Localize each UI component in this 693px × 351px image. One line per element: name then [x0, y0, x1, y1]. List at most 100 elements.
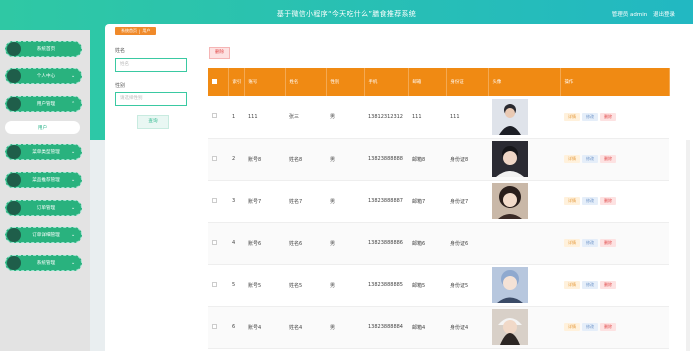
detail-button[interactable]: 详情 — [564, 281, 580, 289]
cell-index: 3 — [228, 180, 244, 223]
sidebar-item-system[interactable]: 系统管理 ⌄ — [5, 255, 82, 271]
search-button[interactable]: 查询 — [137, 115, 169, 129]
logout-link[interactable]: 退出登录 — [653, 12, 675, 18]
sidebar-subitem-user[interactable]: 用户 — [5, 121, 80, 134]
cell-actions: 详情 修改 删除 — [560, 180, 669, 223]
avatar — [492, 267, 560, 303]
breadcrumb-current: 用户 — [142, 28, 151, 33]
cell-index: 4 — [228, 222, 244, 265]
menu-dot-icon — [7, 145, 21, 159]
cell-name: 姓名6 — [285, 222, 326, 265]
cell-avatar — [488, 222, 560, 265]
breadcrumb-home[interactable]: 系统首页 — [121, 28, 137, 34]
sidebar-item-users[interactable]: 用户管理 ⌃ — [5, 96, 82, 112]
chevron-down-icon: ⌄ — [71, 260, 76, 266]
col-phone: 手机 — [364, 68, 409, 96]
row-checkbox[interactable] — [208, 264, 228, 307]
cell-avatar — [488, 96, 560, 139]
chevron-down-icon: ⌄ — [71, 205, 76, 211]
avatar — [492, 309, 560, 345]
sidebar: 系统首页 个人中心 ⌄ 用户管理 ⌃ 用户 菜单类型管理 ⌄ 菜品推荐管理 ⌄ 订单管理… — [0, 30, 90, 351]
cell-index: 1 — [228, 96, 244, 139]
menu-dot-icon — [7, 201, 21, 215]
cell-phone: 13823888886 — [364, 222, 408, 265]
cell-avatar — [488, 180, 560, 223]
edit-button[interactable]: 修改 — [582, 112, 598, 121]
table-row: 4 账号6 姓名6 男 13823888886 邮箱6 身份证6 详情 修改 删除 — [208, 222, 669, 265]
cell-name: 姓名5 — [285, 264, 326, 307]
col-idcard: 身份证 — [446, 68, 489, 96]
cell-account: 账号7 — [244, 180, 285, 223]
menu-dot-icon — [7, 228, 21, 242]
cell-email: 111 — [408, 96, 446, 139]
cell-idcard: 身份证7 — [446, 180, 488, 223]
detail-button[interactable]: 详情 — [564, 112, 580, 121]
menu-dot-icon — [7, 173, 21, 187]
delete-button[interactable]: 删除 — [600, 197, 616, 205]
select-all-checkbox[interactable] — [208, 68, 229, 96]
table-header-row: 索引 账号 姓名 性别 手机 邮箱 身份证 头像 操作 — [208, 68, 670, 96]
cell-account: 账号8 — [244, 138, 285, 181]
row-checkbox[interactable] — [208, 180, 228, 223]
cell-gender: 男 — [326, 96, 364, 139]
edit-button[interactable]: 修改 — [582, 323, 598, 331]
delete-button[interactable]: 删除 — [600, 239, 616, 247]
sidebar-item-menu-types[interactable]: 菜单类型管理 ⌄ — [5, 144, 82, 160]
delete-button[interactable]: 删除 — [600, 112, 616, 121]
cell-gender: 男 — [326, 180, 364, 223]
detail-button[interactable]: 详情 — [564, 155, 580, 163]
edit-button[interactable]: 修改 — [582, 281, 598, 289]
detail-button[interactable]: 详情 — [564, 323, 580, 331]
cell-index: 6 — [228, 306, 244, 349]
sidebar-item-order-details[interactable]: 订单详细管理 ⌄ — [5, 227, 82, 243]
edit-button[interactable]: 修改 — [582, 155, 598, 163]
name-input[interactable]: 姓名 — [115, 58, 187, 72]
avatar — [492, 141, 560, 177]
delete-button[interactable]: 删除 — [600, 155, 616, 163]
cell-actions: 详情 修改 删除 — [560, 138, 669, 181]
cell-phone: 13823888885 — [364, 264, 408, 307]
batch-delete-button[interactable]: 删除 — [209, 47, 230, 59]
sidebar-item-home[interactable]: 系统首页 — [5, 41, 82, 57]
sidebar-item-dishes[interactable]: 菜品推荐管理 ⌄ — [5, 172, 82, 188]
name-label: 姓名 — [115, 48, 126, 54]
col-avatar: 头像 — [488, 68, 561, 96]
delete-button[interactable]: 删除 — [600, 281, 616, 289]
col-index: 索引 — [228, 68, 245, 96]
edit-button[interactable]: 修改 — [582, 239, 598, 247]
row-checkbox[interactable] — [208, 222, 228, 265]
cell-avatar — [488, 138, 560, 181]
cell-phone: 13823888884 — [364, 306, 408, 349]
sidebar-item-orders[interactable]: 订单管理 ⌄ — [5, 200, 82, 216]
edit-button[interactable]: 修改 — [582, 197, 598, 205]
cell-phone: 13812312312 — [364, 96, 408, 139]
row-checkbox[interactable] — [208, 96, 228, 139]
row-checkbox[interactable] — [208, 138, 228, 181]
row-checkbox[interactable] — [208, 306, 228, 349]
cell-idcard: 身份证8 — [446, 138, 488, 181]
cell-gender: 男 — [326, 264, 364, 307]
col-email: 邮箱 — [408, 68, 447, 96]
detail-button[interactable]: 详情 — [564, 239, 580, 247]
cell-idcard: 身份证4 — [446, 306, 488, 349]
cell-email: 邮箱7 — [408, 180, 446, 223]
scrollbar[interactable] — [686, 140, 690, 351]
cell-email: 邮箱8 — [408, 138, 446, 181]
cell-phone: 13823888888 — [364, 138, 408, 181]
chevron-down-icon: ⌄ — [71, 232, 76, 238]
table-row: 3 账号7 姓名7 男 13823888887 邮箱7 身份证7 详情 修改 删除 — [208, 180, 669, 223]
cell-email: 邮箱6 — [408, 222, 446, 265]
delete-button[interactable]: 删除 — [600, 323, 616, 331]
table-row: 1 111 张三男 13812312312 111 111 详情 修改 删除 — [208, 96, 669, 139]
cell-account: 111 — [244, 96, 285, 139]
cell-actions: 详情 修改 删除 — [560, 96, 669, 139]
breadcrumb: 系统首页 | 用户 — [115, 27, 157, 35]
table-row: 6 账号4 姓名4 男 13823888884 邮箱4 身份证4 详情 修改 删除 — [208, 306, 669, 349]
gender-select[interactable]: 请选择性别 — [115, 92, 187, 106]
cell-idcard: 身份证6 — [446, 222, 488, 265]
cell-email: 邮箱4 — [408, 306, 446, 349]
cell-actions: 详情 修改 删除 — [560, 306, 669, 349]
gender-label: 性别 — [115, 83, 126, 89]
sidebar-item-profile[interactable]: 个人中心 ⌄ — [5, 68, 82, 84]
detail-button[interactable]: 详情 — [564, 197, 580, 205]
